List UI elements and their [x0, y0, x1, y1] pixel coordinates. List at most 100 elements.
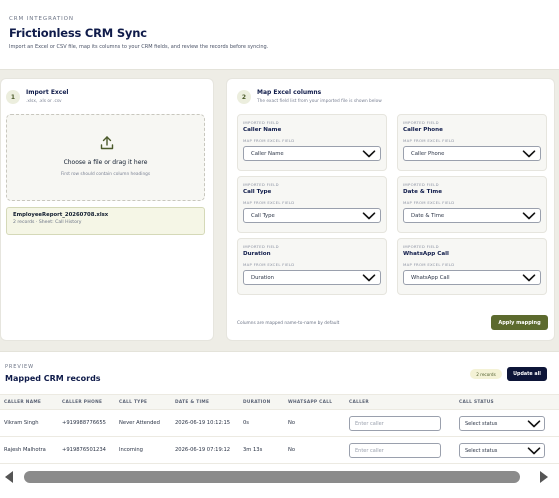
cell-type: Never Attended [119, 420, 160, 426]
caller-input[interactable]: Enter caller [349, 443, 441, 458]
scroll-left-arrow-icon[interactable] [3, 470, 15, 484]
page-title: Frictionless CRM Sync [9, 26, 147, 40]
select-value: Date & Time [411, 212, 445, 219]
select-value: WhatsApp Call [411, 274, 450, 281]
file-name: EmployeeReport_20260708.xlsx [13, 212, 109, 218]
mapping-note: Columns are mapped name-to-name by defau… [237, 321, 340, 326]
upload-icon [100, 136, 114, 150]
selected-file: EmployeeReport_20260708.xlsx 2 records ·… [6, 207, 205, 235]
status-value: Select status [465, 447, 498, 454]
map-field-tag: MAP FROM EXCEL FIELD [403, 262, 455, 267]
mapping-card: 2 Map Excel columns The exact field list… [226, 78, 555, 341]
column-header: CALLER PHONE [62, 400, 103, 405]
cell-phone: +919876501234 [62, 447, 106, 453]
column-header: CALL STATUS [459, 400, 494, 405]
cell-whatsapp: No [288, 447, 296, 453]
preview-eyebrow: PREVIEW [5, 364, 34, 370]
imported-field-tag: IMPORTED FIELD [403, 120, 439, 125]
cell-name: Rajesh Malhotra [4, 447, 46, 453]
excel-column-select[interactable]: Caller Phone [403, 146, 541, 161]
import-title: Import Excel [26, 89, 69, 96]
records-count-badge: 2 records [470, 369, 502, 379]
excel-column-select[interactable]: Date & Time [403, 208, 541, 223]
table-header: CALLER NAME CALLER PHONE CALL TYPE DATE … [0, 394, 559, 410]
dropzone-hint: First row should contain column headings [60, 172, 151, 177]
chevron-down-icon [522, 211, 536, 219]
cell-whatsapp: No [288, 420, 296, 426]
caller-input[interactable]: Enter caller [349, 416, 441, 431]
mapping-field: IMPORTED FIELD Caller Name MAP FROM EXCEL … [237, 114, 387, 171]
column-header: CALLER [349, 400, 369, 405]
column-header: DURATION [243, 400, 271, 405]
mapping-field: IMPORTED FIELD Date & Time MAP FROM EXCEL … [397, 176, 547, 233]
page-subtitle: Import an Excel or CSV file, map its col… [9, 44, 269, 50]
chevron-down-icon [527, 446, 541, 454]
imported-field-name: Duration [243, 251, 271, 257]
mapping-field: IMPORTED FIELD Duration MAP FROM EXCEL FIE… [237, 238, 387, 295]
dropzone-title: Choose a file or drag it here [63, 159, 148, 166]
excel-column-select[interactable]: Caller Name [243, 146, 381, 161]
table-row: Rajesh Malhotra +919876501234 Incoming 2026… [0, 438, 559, 464]
select-value: Caller Phone [411, 150, 445, 157]
step-2-badge: 2 [237, 90, 251, 104]
mapping-title: Map Excel columns [257, 89, 322, 96]
cell-name: Vikram Singh [4, 420, 39, 426]
call-status-select[interactable]: Select status [459, 416, 545, 431]
mapping-subtitle: The exact field list from your imported … [257, 99, 382, 104]
cell-duration: 3m 13s [243, 447, 263, 453]
mapping-field: IMPORTED FIELD Call Type MAP FROM EXCEL FI… [237, 176, 387, 233]
import-formats: .xlsx, .xls or .csv [26, 99, 62, 104]
cell-phone: +919988776655 [62, 420, 106, 426]
map-field-tag: MAP FROM EXCEL FIELD [243, 200, 295, 205]
chevron-down-icon [362, 211, 376, 219]
imported-field-tag: IMPORTED FIELD [403, 182, 439, 187]
imported-field-name: Caller Phone [403, 127, 443, 133]
excel-column-select[interactable]: WhatsApp Call [403, 270, 541, 285]
page-header: CRM INTEGRATION Frictionless CRM Sync Im… [0, 0, 559, 70]
file-meta: 2 records · Sheet: Call History [13, 220, 82, 225]
chevron-down-icon [522, 149, 536, 157]
status-value: Select status [465, 420, 498, 427]
map-field-tag: MAP FROM EXCEL FIELD [243, 262, 295, 267]
scrollbar-thumb[interactable] [24, 471, 520, 483]
column-header: CALL TYPE [119, 400, 148, 405]
mapping-field: IMPORTED FIELD Caller Phone MAP FROM EXCEL… [397, 114, 547, 171]
chevron-down-icon [362, 273, 376, 281]
cell-duration: 0s [243, 420, 250, 426]
cell-datetime: 2026-06-19 10:12:15 [175, 420, 231, 426]
mapping-field: IMPORTED FIELD WhatsApp Call MAP FROM EXCE… [397, 238, 547, 295]
column-header: CALLER NAME [4, 400, 42, 405]
chevron-down-icon [527, 419, 541, 427]
imported-field-tag: IMPORTED FIELD [243, 244, 279, 249]
cell-type: Incoming [119, 447, 143, 453]
imported-field-name: Call Type [243, 189, 272, 195]
map-field-tag: MAP FROM EXCEL FIELD [403, 138, 455, 143]
file-dropzone[interactable]: Choose a file or drag it here First row … [6, 114, 205, 201]
chevron-down-icon [522, 273, 536, 281]
map-field-tag: MAP FROM EXCEL FIELD [243, 138, 295, 143]
import-card: 1 Import Excel .xlsx, .xls or .csv Choos… [0, 78, 214, 341]
map-field-tag: MAP FROM EXCEL FIELD [403, 200, 455, 205]
cell-datetime: 2026-06-19 07:19:12 [175, 447, 231, 453]
select-value: Caller Name [251, 150, 284, 157]
update-all-button[interactable]: Update all [507, 367, 547, 381]
table-row: Vikram Singh +919988776655 Never Attended 2… [0, 411, 559, 437]
imported-field-name: WhatsApp Call [403, 251, 449, 257]
imported-field-tag: IMPORTED FIELD [243, 182, 279, 187]
step-1-badge: 1 [6, 90, 20, 104]
imported-field-name: Date & Time [403, 189, 443, 195]
preview-title: Mapped CRM records [5, 374, 101, 383]
excel-column-select[interactable]: Call Type [243, 208, 381, 223]
column-header: WHATSAPP CALL [288, 400, 333, 405]
chevron-down-icon [362, 149, 376, 157]
preview-section: PREVIEW Mapped CRM records 2 records Upd… [0, 351, 559, 498]
select-value: Duration [251, 274, 275, 281]
call-status-select[interactable]: Select status [459, 443, 545, 458]
page-eyebrow: CRM INTEGRATION [9, 16, 74, 22]
excel-column-select[interactable]: Duration [243, 270, 381, 285]
scroll-right-arrow-icon[interactable] [538, 470, 550, 484]
horizontal-scrollbar[interactable] [0, 468, 559, 486]
imported-field-tag: IMPORTED FIELD [403, 244, 439, 249]
apply-mapping-button[interactable]: Apply mapping [491, 315, 548, 330]
select-value: Call Type [251, 212, 275, 219]
